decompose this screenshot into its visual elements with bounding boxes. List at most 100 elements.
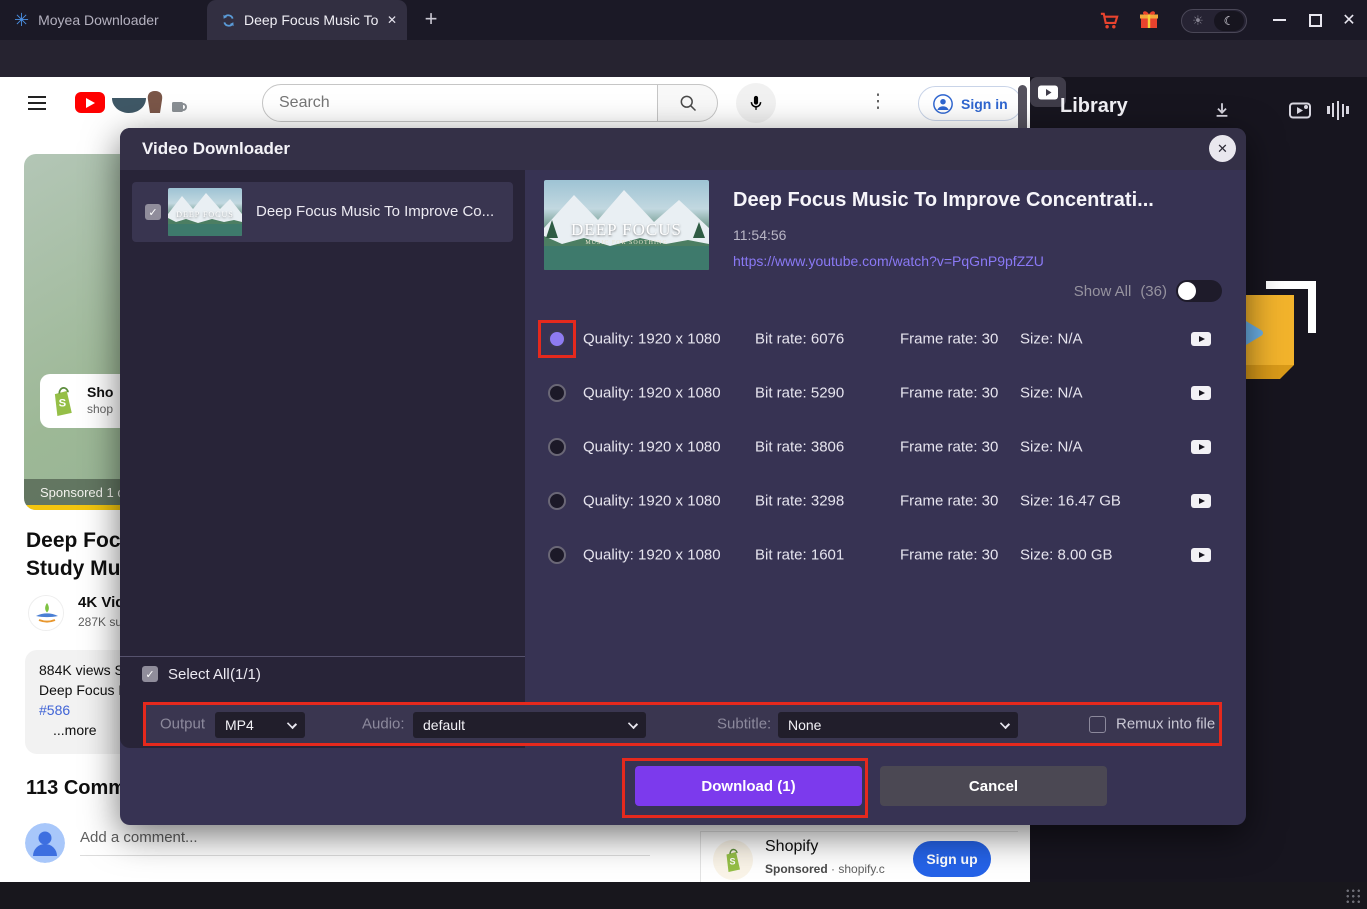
comment-input[interactable]: Add a comment... [80, 829, 198, 846]
search-input[interactable] [279, 94, 641, 112]
video-url-link[interactable]: https://www.youtube.com/watch?v=PqGnP9pf… [733, 253, 1044, 269]
quality-radio[interactable] [538, 536, 576, 574]
preview-play-icon[interactable] [1191, 494, 1211, 508]
remux-checkbox[interactable] [1089, 716, 1106, 733]
preview-play-icon[interactable] [1191, 386, 1211, 400]
channel-name[interactable]: 4K Vid [78, 594, 124, 611]
preview-play-icon[interactable] [1191, 548, 1211, 562]
format-row[interactable]: Quality: 1920 x 1080 Bit rate: 3298 Fram… [525, 474, 1246, 528]
quality-radio[interactable] [538, 320, 576, 358]
format-size: Size: N/A [1020, 439, 1083, 456]
format-quality: Quality: 1920 x 1080 [583, 331, 721, 348]
youtube-logo-icon[interactable] [75, 92, 105, 113]
library-download-button[interactable] [1210, 99, 1234, 121]
video-title: Deep Focu Study Mus [26, 527, 133, 583]
format-bitrate: Bit rate: 1601 [755, 547, 844, 564]
library-audio-tab[interactable] [1326, 99, 1350, 121]
minimize-button[interactable] [1266, 10, 1292, 30]
tab-loading-icon [221, 13, 236, 28]
shopify-bag-icon: S [48, 384, 78, 418]
ad-signup-button[interactable]: Sign up [913, 841, 991, 877]
format-bitrate: Bit rate: 6076 [755, 331, 844, 348]
search-button[interactable] [658, 84, 718, 122]
channel-subscribers: 287K su [78, 615, 122, 629]
preview-play-icon[interactable] [1191, 440, 1211, 454]
browser-tab[interactable]: Deep Focus Music To ✕ [207, 0, 407, 40]
search-box[interactable] [262, 84, 658, 122]
mic-icon [746, 93, 766, 113]
format-row[interactable]: Quality: 1920 x 1080 Bit rate: 5290 Fram… [525, 366, 1246, 420]
preview-play-icon[interactable] [1191, 332, 1211, 346]
radio-icon [548, 438, 566, 456]
subtitle-select[interactable]: None [778, 712, 1018, 738]
output-format-select[interactable]: MP4 [215, 712, 305, 738]
window-close-icon: ✕ [1342, 10, 1355, 30]
shopify-bag-icon: S [721, 847, 745, 873]
format-quality: Quality: 1920 x 1080 [583, 493, 721, 510]
person-icon [932, 93, 954, 115]
hamburger-menu-icon[interactable] [28, 96, 46, 110]
app-identity: ✳ Moyea Downloader [14, 0, 159, 40]
format-framerate: Frame rate: 30 [900, 331, 998, 348]
maximize-button[interactable] [1302, 10, 1328, 30]
quality-radio[interactable] [538, 374, 576, 412]
select-all-checkbox[interactable]: ✓ [142, 666, 158, 682]
store-cart-button[interactable] [1095, 7, 1123, 33]
format-row[interactable]: Quality: 1920 x 1080 Bit rate: 6076 Fram… [525, 312, 1246, 366]
ad-brand[interactable]: Shopify [765, 838, 818, 856]
library-title: Library [1060, 95, 1128, 118]
item-checkbox[interactable]: ✓ [145, 204, 161, 220]
format-framerate: Frame rate: 30 [900, 385, 998, 402]
empty-library-folder-icon [1236, 273, 1331, 398]
youtube-menu-button[interactable]: ⋮ [866, 90, 890, 116]
radio-icon [548, 384, 566, 402]
svg-text:S: S [59, 398, 67, 410]
format-list: Quality: 1920 x 1080 Bit rate: 6076 Fram… [525, 312, 1246, 582]
camera-icon [1289, 102, 1311, 119]
app-title: Moyea Downloader [38, 12, 159, 28]
download-icon [1213, 101, 1231, 119]
show-all-label: Show All [1074, 283, 1132, 300]
download-item[interactable]: ✓ DEEP FOCUS Deep Focus Music To Improve… [132, 182, 513, 242]
video-library-icon [1037, 84, 1059, 101]
channel-avatar[interactable] [28, 595, 64, 631]
format-row[interactable]: Quality: 1920 x 1080 Bit rate: 3806 Fram… [525, 420, 1246, 474]
app-window: ✳ Moyea Downloader Deep Focus Music To ✕… [0, 0, 1367, 909]
player-ad-subtitle: shop [87, 402, 113, 416]
voice-search-button[interactable] [736, 83, 776, 123]
status-bar [0, 882, 1367, 909]
ad-sponsored-label: Sponsored [765, 862, 828, 876]
maximize-icon [1309, 14, 1322, 27]
new-tab-button[interactable]: + [416, 4, 446, 34]
window-close-button[interactable]: ✕ [1336, 10, 1362, 30]
dialog-close-button[interactable]: ✕ [1209, 135, 1236, 162]
format-quality: Quality: 1920 x 1080 [583, 439, 721, 456]
theme-toggle[interactable]: ☀ ☾ [1181, 9, 1247, 33]
toggle-knob [1178, 282, 1196, 300]
format-size: Size: 8.00 GB [1020, 547, 1113, 564]
audio-select[interactable]: default [413, 712, 646, 738]
gift-button[interactable] [1135, 7, 1163, 33]
item-thumbnail: DEEP FOCUS [168, 188, 242, 236]
user-avatar [25, 823, 65, 863]
ad-logo: S [713, 840, 753, 880]
library-camera-tab[interactable] [1288, 99, 1312, 121]
quality-radio[interactable] [538, 428, 576, 466]
output-label: Output [160, 716, 205, 733]
youtube-logo-doodle [110, 89, 190, 117]
cancel-button[interactable]: Cancel [880, 766, 1107, 806]
show-all-toggle[interactable] [1176, 280, 1222, 302]
output-options-bar: Output MP4 Audio: default Subtitle: None… [143, 702, 1222, 746]
video-thumbnail: DEEP FOCUS MUSIC FOR SOOTHING [544, 180, 709, 270]
tab-close-icon[interactable]: ✕ [387, 13, 397, 27]
download-button[interactable]: Download (1) [635, 766, 862, 806]
select-all-row[interactable]: ✓ Select All (1/1) [120, 660, 525, 698]
moyea-logo-icon: ✳ [14, 11, 29, 29]
radio-icon [548, 492, 566, 510]
audio-label: Audio: [362, 716, 405, 733]
sign-in-button[interactable]: Sign in [918, 86, 1022, 121]
resize-grip[interactable] [1345, 888, 1361, 904]
quality-radio[interactable] [538, 482, 576, 520]
format-row[interactable]: Quality: 1920 x 1080 Bit rate: 1601 Fram… [525, 528, 1246, 582]
tab-title: Deep Focus Music To [244, 12, 379, 28]
